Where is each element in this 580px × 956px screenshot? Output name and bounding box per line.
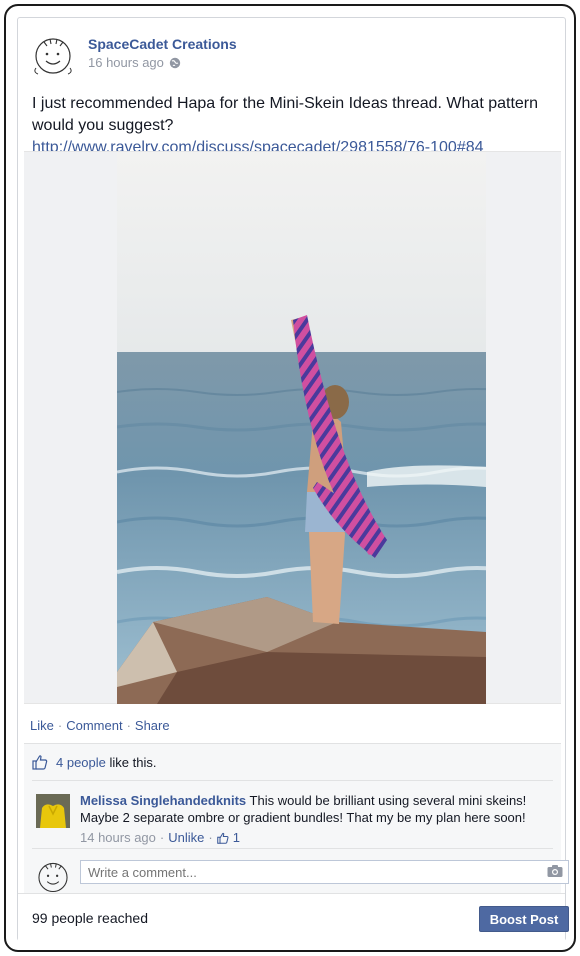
- likes-count[interactable]: 4 people: [56, 755, 106, 770]
- reach-count: 99 people reached: [32, 910, 148, 926]
- unlike-link[interactable]: Unlike: [168, 829, 204, 846]
- thumbs-up-icon: [32, 755, 48, 770]
- comment-body: Melissa Singlehandedknits This would be …: [80, 792, 550, 846]
- post-card: SpaceCadet Creations 16 hours ago I just…: [17, 17, 569, 941]
- separator: ·: [57, 718, 63, 733]
- author-avatar[interactable]: [30, 30, 76, 76]
- share-link[interactable]: Share: [135, 718, 170, 733]
- post-photo-container[interactable]: [24, 151, 561, 704]
- feedback-area: 4 people like this. Melissa Singlehanded…: [24, 743, 569, 893]
- comment-like-count[interactable]: 1: [233, 829, 240, 846]
- post-author[interactable]: SpaceCadet Creations: [88, 36, 237, 52]
- post-photo[interactable]: [117, 152, 486, 704]
- separator: ·: [208, 830, 213, 845]
- comment-author[interactable]: Melissa Singlehandedknits: [80, 793, 246, 808]
- post-actions: Like · Comment · Share: [30, 718, 170, 733]
- post-footer: 99 people reached Boost Post: [18, 893, 569, 941]
- globe-icon: [169, 57, 181, 68]
- comment-link[interactable]: Comment: [66, 718, 122, 733]
- likes-summary: 4 people like this.: [32, 754, 156, 770]
- comment-meta: 14 hours ago · Unlike · 1: [80, 829, 550, 846]
- current-user-avatar: [38, 862, 68, 893]
- post-message: I just recommended Hapa for the Mini-Ske…: [32, 95, 539, 134]
- screenshot-frame: SpaceCadet Creations 16 hours ago I just…: [4, 4, 576, 952]
- post-text: I just recommended Hapa for the Mini-Ske…: [32, 93, 562, 159]
- comment-time[interactable]: 14 hours ago: [80, 829, 156, 846]
- post-time[interactable]: 16 hours ago: [88, 55, 164, 70]
- post-meta: 16 hours ago: [88, 55, 181, 70]
- separator: ·: [159, 830, 165, 845]
- divider: [32, 848, 553, 849]
- boost-post-button[interactable]: Boost Post: [479, 906, 569, 932]
- commenter-avatar[interactable]: [36, 794, 70, 828]
- camera-icon[interactable]: [547, 864, 563, 878]
- thumbs-up-icon: [216, 832, 229, 844]
- comment-input[interactable]: [80, 860, 569, 884]
- separator: ·: [126, 718, 131, 733]
- divider: [32, 780, 553, 781]
- like-link[interactable]: Like: [30, 718, 54, 733]
- likes-suffix: like this.: [109, 754, 157, 770]
